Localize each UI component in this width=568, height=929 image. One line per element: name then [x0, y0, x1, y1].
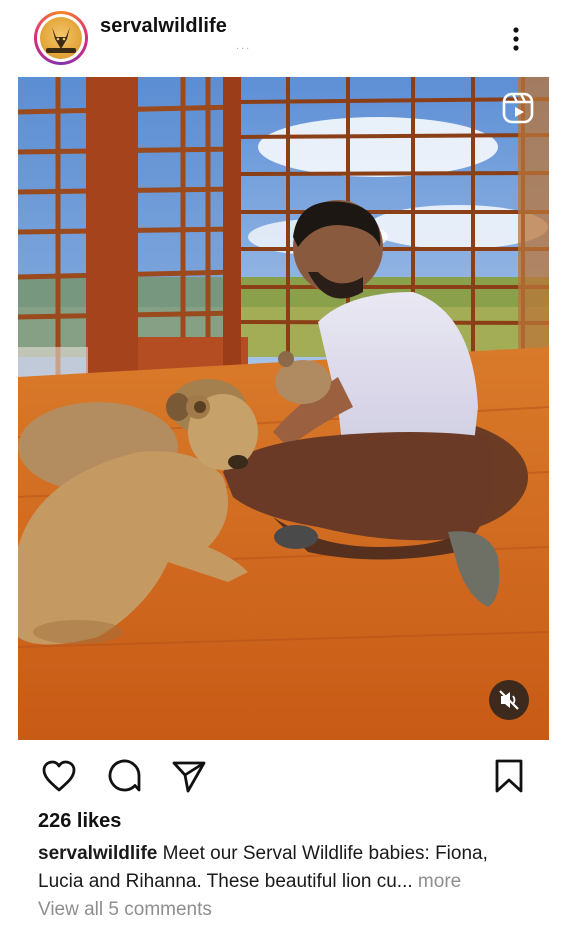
- post-media-video[interactable]: [18, 77, 549, 740]
- video-frame-image: [18, 77, 549, 740]
- view-comments-link[interactable]: View all 5 comments: [38, 899, 212, 921]
- avatar[interactable]: [37, 14, 85, 62]
- caption-ellipsis: ...: [396, 871, 413, 892]
- mute-toggle-button[interactable]: [489, 680, 529, 720]
- likes-count[interactable]: 226 likes: [38, 810, 121, 833]
- bookmark-icon: [495, 759, 523, 793]
- comment-button[interactable]: [106, 757, 144, 795]
- comment-bubble-icon: [108, 759, 141, 792]
- like-button[interactable]: [40, 757, 78, 795]
- post-action-bar: [0, 740, 568, 810]
- more-vertical-icon: [513, 27, 519, 51]
- share-button[interactable]: [170, 757, 208, 795]
- caption-username[interactable]: servalwildlife: [38, 843, 157, 864]
- more-options-button[interactable]: [504, 24, 528, 54]
- caption-more-link[interactable]: more: [418, 871, 461, 892]
- reels-icon: [502, 92, 534, 124]
- reels-button[interactable]: [501, 91, 535, 125]
- heart-icon: [42, 760, 76, 792]
- paper-plane-icon: [172, 761, 206, 793]
- save-button[interactable]: [490, 757, 528, 795]
- speaker-muted-icon: [499, 690, 519, 710]
- post-header: servalwildlife ...: [0, 0, 568, 76]
- serval-logo-icon: [46, 27, 76, 53]
- avatar-story-ring[interactable]: [34, 11, 88, 65]
- avatar-image: [40, 17, 82, 59]
- post-location-subtext: ...: [236, 40, 252, 52]
- post-username[interactable]: servalwildlife: [100, 15, 227, 38]
- post-caption: servalwildlife Meet our Serval Wildlife …: [38, 840, 538, 896]
